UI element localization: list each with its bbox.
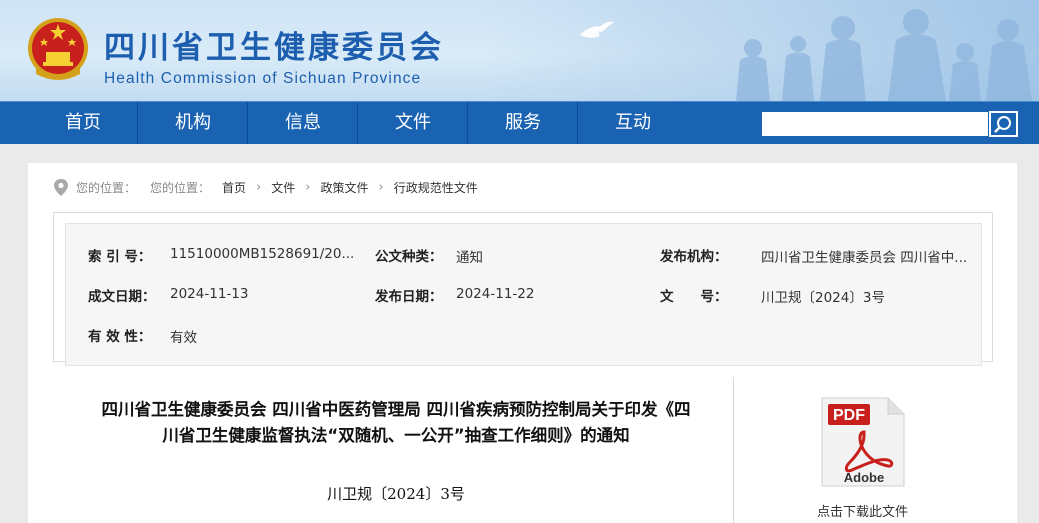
site-title: 四川省卫生健康委员会: [104, 30, 444, 66]
pdf-file-icon: PDF Adobe: [821, 397, 905, 487]
created-date-value: 2024-11-13: [170, 286, 249, 302]
publisher-value: 四川省卫生健康委员会 四川省中...: [761, 250, 968, 266]
download-file-link[interactable]: 点击下载此文件: [795, 501, 930, 520]
breadcrumb-separator: ›: [378, 180, 384, 195]
document-number: 川卫规〔2024〕3号: [327, 485, 465, 503]
nav-item-interaction[interactable]: 互动: [578, 102, 688, 144]
published-date-value: 2024-11-22: [456, 286, 535, 302]
search-input[interactable]: [762, 112, 988, 136]
nav-item-institutions[interactable]: 机构: [138, 102, 248, 144]
document-title-line: 四川省卫生健康委员会 四川省中医药管理局 四川省疾病预防控制局关于印发《四: [101, 400, 691, 419]
publisher-label: 发布机构：: [660, 249, 728, 265]
pdf-download-button[interactable]: PDF Adobe: [818, 396, 908, 488]
breadcrumb-link-documents[interactable]: 文件: [271, 177, 295, 199]
validity-label: 有 效 性：: [88, 329, 152, 345]
doc-number-value: 川卫规〔2024〕3号: [761, 290, 885, 306]
created-date-label: 成文日期：: [88, 289, 156, 305]
breadcrumb-separator: ›: [256, 180, 262, 195]
main-nav: 首页 机构 信息 文件 服务 互动: [0, 101, 1039, 144]
validity-value: 有效: [170, 330, 197, 346]
breadcrumb: 您的位置： 您的位置： 首页 › 文件 › 政策文件 › 行政规范性文件: [52, 177, 478, 199]
breadcrumb-prefix: 您的位置：: [150, 181, 211, 195]
location-pin-icon: [54, 179, 68, 196]
column-divider: [733, 377, 734, 523]
doc-type-value: 通知: [456, 250, 483, 266]
nav-item-services[interactable]: 服务: [468, 102, 578, 144]
search-icon: [994, 116, 1011, 133]
published-date-label: 发布日期：: [375, 289, 443, 305]
nav-item-information[interactable]: 信息: [248, 102, 358, 144]
breadcrumb-link-home[interactable]: 首页: [222, 177, 246, 199]
index-number-label: 索 引 号：: [88, 249, 152, 265]
search-button[interactable]: [989, 111, 1018, 137]
national-emblem-icon: [28, 18, 88, 80]
index-number-value: 11510000MB1528691/20...: [170, 246, 355, 262]
nav-item-home[interactable]: 首页: [28, 102, 138, 144]
document-title: 四川省卫生健康委员会 四川省中医药管理局 四川省疾病预防控制局关于印发《四 川省…: [70, 397, 722, 449]
pdf-label: PDF: [833, 407, 865, 424]
breadcrumb-link-normative[interactable]: 行政规范性文件: [394, 177, 478, 199]
doc-number-label: 文 号：: [660, 289, 728, 305]
breadcrumb-link-policy[interactable]: 政策文件: [320, 177, 368, 199]
document-title-line: 川省卫生健康监督执法“双随机、一公开”抽查工作细则》的通知: [162, 426, 630, 445]
header-banner: 四川省卫生健康委员会 Health Commission of Sichuan …: [0, 0, 1039, 101]
doc-type-label: 公文种类：: [375, 249, 443, 265]
breadcrumb-separator: ›: [305, 180, 311, 195]
breadcrumb-prefix: 您的位置：: [76, 181, 137, 195]
adobe-label: Adobe: [844, 470, 884, 485]
family-silhouette-graphic: [580, 9, 1032, 101]
site-subtitle: Health Commission of Sichuan Province: [104, 70, 422, 87]
nav-item-documents[interactable]: 文件: [358, 102, 468, 144]
